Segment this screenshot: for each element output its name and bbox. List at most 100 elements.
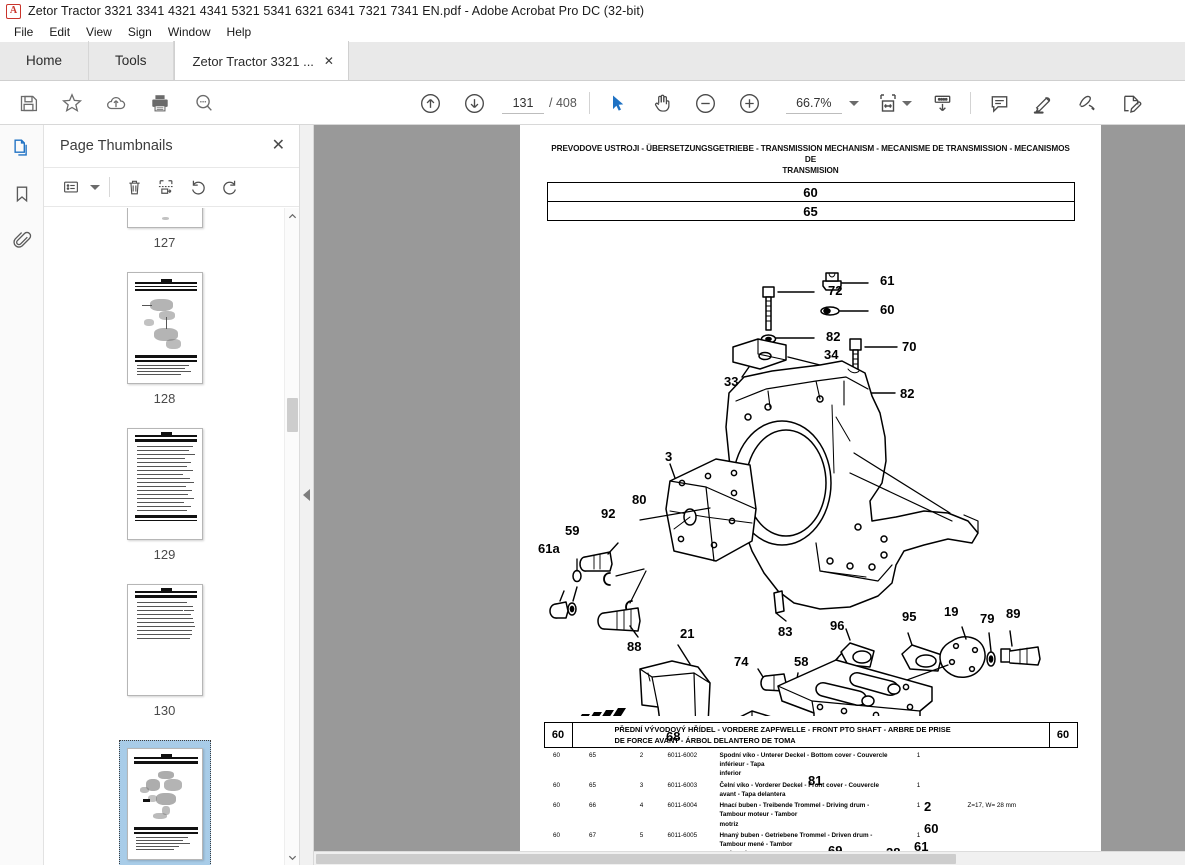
cell-quantity: 1 [916, 781, 921, 789]
tab-close-icon[interactable]: ✕ [324, 55, 334, 67]
toolbar-navigation-group: / 408 [408, 81, 859, 125]
thumbnail-page[interactable] [126, 208, 203, 228]
menu-window[interactable]: Window [160, 22, 219, 42]
extract-pages-icon[interactable] [151, 172, 181, 202]
main-toolbar: / 408 [0, 81, 1185, 125]
cell-description: Hnací buben - Treibende Trommel - Drivin… [720, 801, 896, 828]
cell-group: 60 [552, 751, 560, 759]
diagram-label: 3 [665, 449, 673, 465]
rotate-ccw-icon[interactable] [183, 172, 213, 202]
next-page-button[interactable] [452, 81, 496, 125]
cell-quantity: 1 [916, 751, 921, 759]
rotate-cw-icon[interactable] [215, 172, 245, 202]
hand-tool-button[interactable] [640, 81, 684, 125]
diagram-label: 96 [830, 618, 845, 634]
cell-partnumber: 6011-6003 [667, 781, 698, 789]
page-number-input[interactable] [502, 92, 544, 114]
menu-sign[interactable]: Sign [120, 22, 160, 42]
previous-page-button[interactable] [408, 81, 452, 125]
document-horizontal-scrollbar[interactable] [314, 851, 1185, 865]
chevron-up-icon[interactable] [285, 208, 300, 224]
thumbnails-scrollbar-thumb[interactable] [287, 398, 298, 432]
thumbnail-page[interactable] [126, 584, 203, 696]
thumbnails-list[interactable]: 127 128 129 130 [44, 208, 285, 865]
diagram-label: 69 [828, 843, 843, 851]
page-fit-dropdown-icon[interactable] [902, 100, 912, 106]
comment-icon[interactable] [977, 81, 1021, 125]
thumbnail-page[interactable] [126, 748, 203, 860]
chevron-down-icon[interactable] [848, 100, 859, 106]
cell-note [968, 781, 1078, 799]
zoom-in-button[interactable] [728, 81, 772, 125]
tab-home[interactable]: Home [0, 41, 90, 80]
page-number-control[interactable]: / 408 [502, 92, 577, 114]
diagram-label: 74 [734, 654, 749, 670]
thumbnail-item[interactable]: 127 [44, 208, 285, 272]
diagram-label: 70 [902, 339, 917, 355]
parts-table-right-number: 60 [1048, 723, 1077, 748]
options-dropdown-icon[interactable] [90, 184, 100, 190]
scroll-mode-button[interactable] [920, 81, 964, 125]
menu-help[interactable]: Help [219, 22, 260, 42]
thumbnail-item-selected[interactable]: 131 [44, 740, 285, 865]
diagram-label: 72 [828, 283, 843, 299]
thumbnail-item[interactable]: 128 [44, 272, 285, 428]
cell-note [968, 751, 1078, 778]
thumbnail-page[interactable] [126, 428, 203, 540]
draw-icon[interactable] [1065, 81, 1109, 125]
chevron-down-icon[interactable] [285, 849, 300, 865]
cell-mark [942, 781, 968, 799]
cloud-upload-icon[interactable] [94, 81, 138, 125]
page-header-line2: TRANSMISION [782, 166, 839, 176]
menu-file[interactable]: File [6, 22, 41, 42]
options-list-icon[interactable] [56, 172, 86, 202]
thumbnail-page-number: 127 [153, 235, 176, 250]
print-icon[interactable] [138, 81, 182, 125]
thumbnail-item[interactable]: 130 [44, 584, 285, 740]
thumbnail-selection-highlight[interactable] [118, 740, 211, 865]
thumbnail-page-number: 130 [153, 703, 176, 718]
diagram-label: 61a [538, 541, 560, 557]
thumbnail-item[interactable]: 129 [44, 428, 285, 584]
delete-icon[interactable] [119, 172, 149, 202]
star-icon[interactable] [50, 81, 94, 125]
menu-edit[interactable]: Edit [41, 22, 78, 42]
parts-table-title-line1: PŘEDNÍ VÝVODOVÝ HŘÍDEL - VORDERE ZAPFWEL… [614, 725, 951, 735]
attachments-icon[interactable] [0, 217, 44, 263]
save-button[interactable] [6, 81, 50, 125]
cell-partnumber: 6011-6004 [667, 802, 698, 810]
diagram-label: 95 [902, 609, 917, 625]
diagram-label: 83 [778, 624, 793, 640]
highlight-icon[interactable] [1021, 81, 1065, 125]
cell-note: Z=17, W= 28 mm [967, 802, 1017, 810]
zoom-out-button[interactable] [684, 81, 728, 125]
diagram-label: 33 [724, 374, 739, 390]
page-thumbnails-icon[interactable] [0, 125, 44, 171]
diagram-label: 82 [900, 386, 915, 402]
thumbnail-page[interactable] [126, 272, 203, 384]
diagram-label: 82 [826, 329, 841, 345]
zoom-level-control[interactable] [785, 92, 859, 114]
zoom-search-icon[interactable] [182, 81, 226, 125]
page-header-line1: PREVODOVE USTROJI - ÜBERSETZUNGSGETRIEBE… [551, 144, 1070, 165]
navigation-rail [0, 125, 44, 865]
menu-view[interactable]: View [78, 22, 120, 42]
bookmarks-icon[interactable] [0, 171, 44, 217]
close-icon[interactable]: ✕ [272, 138, 285, 154]
tab-document[interactable]: Zetor Tractor 3321 ... ✕ [173, 41, 349, 81]
table-row: 60 66 4 6011-6004 Hnací buben - Treibend… [544, 799, 1078, 829]
select-tool-button[interactable] [596, 81, 640, 125]
thumbnails-scrollbar[interactable] [284, 208, 299, 865]
tab-document-label: Zetor Tractor 3321 ... [192, 53, 314, 69]
table-row: 60 67 5 6011-6005 Hnaný buben - Getriebe… [544, 829, 1078, 851]
document-hscrollbar-thumb[interactable] [316, 854, 956, 864]
parts-table-rows: 60 65 2 6011-6002 Spodní víko - Unterer … [544, 748, 1078, 851]
triangle-left-icon[interactable] [303, 489, 310, 501]
tab-strip: Home Tools Zetor Tractor 3321 ... ✕ [0, 41, 1185, 81]
document-view[interactable]: PREVODOVE USTROJI - ÜBERSETZUNGSGETRIEBE… [314, 125, 1185, 851]
zoom-level-input[interactable] [785, 92, 842, 114]
cell-subgroup: 67 [588, 832, 596, 840]
panel-splitter[interactable] [300, 125, 314, 865]
tab-tools[interactable]: Tools [89, 41, 174, 80]
sign-icon[interactable] [1109, 81, 1153, 125]
